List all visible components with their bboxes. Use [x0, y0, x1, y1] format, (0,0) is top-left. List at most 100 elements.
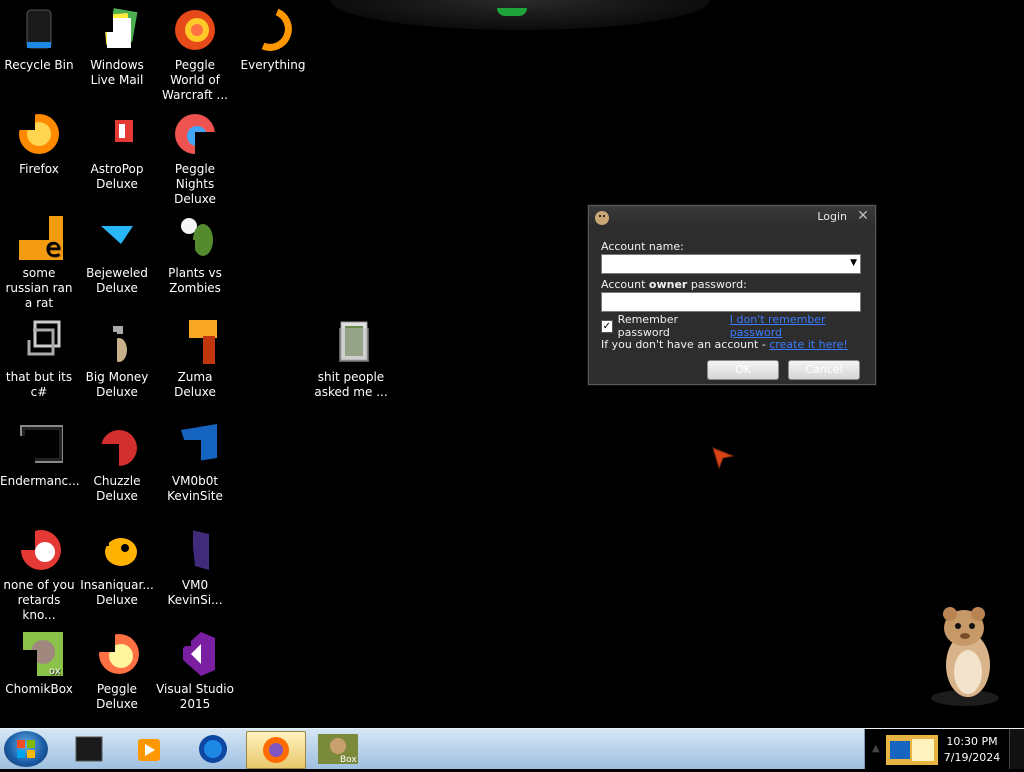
password-label-suffix: password:: [687, 278, 747, 291]
astropop-icon: [93, 110, 141, 158]
remember-password-checkbox[interactable]: ✓: [601, 319, 613, 333]
taskbar-app-terminal[interactable]: [60, 731, 118, 767]
icon-label: AstroPop Deluxe: [90, 162, 144, 191]
app-icon: e: [15, 214, 63, 263]
start-button[interactable]: [4, 731, 48, 767]
top-gadget-led: [497, 8, 527, 16]
desktop-icon-vm0b0t-kevinsite[interactable]: VM0b0t KevinSite: [156, 422, 234, 504]
icon-label: ChomikBox: [5, 682, 73, 696]
remember-password-label: Remember password: [617, 313, 679, 339]
desktop-icon-that-but-csharp[interactable]: that but its c#: [0, 318, 78, 400]
big-money-icon: [93, 318, 141, 366]
icon-label: Peggle Deluxe: [96, 682, 138, 711]
desktop-icon-visual-studio[interactable]: Visual Studio 2015: [156, 630, 234, 712]
desktop-icon-big-money[interactable]: Big Money Deluxe: [78, 318, 156, 400]
app-icon: [15, 422, 64, 470]
login-dialog: Login ✕ Account name: ▼ Account owner pa…: [588, 205, 876, 385]
dialog-titlebar[interactable]: Login ✕: [589, 206, 875, 228]
icon-label: Plants vs Zombies: [168, 266, 222, 295]
password-label-prefix: Account: [601, 278, 649, 291]
taskbar-app-firefox[interactable]: [246, 731, 306, 769]
desktop-icon-everything[interactable]: Everything: [234, 6, 312, 73]
chomikbox-app-icon: [593, 208, 611, 226]
tray-expand-icon[interactable]: ▲: [872, 743, 880, 754]
clock-date: 7/19/2024: [943, 751, 1001, 764]
recycle-bin-icon: [15, 6, 63, 54]
desktop-icon-chomikbox[interactable]: ox ChomikBox: [0, 630, 78, 697]
icon-label: Big Money Deluxe: [85, 370, 149, 399]
firefox-icon: [15, 110, 63, 158]
icon-label: Bejeweled Deluxe: [86, 266, 148, 295]
dialog-title: Login: [817, 210, 847, 223]
desktop-icon-windows-live-mail[interactable]: Windows Live Mail: [78, 6, 156, 88]
icon-label: VM0b0t KevinSite: [167, 474, 223, 503]
app-icon: [171, 526, 219, 574]
icon-label: Peggle Nights Deluxe: [174, 162, 216, 206]
desktop-icon-plants-vs-zombies[interactable]: Plants vs Zombies: [156, 214, 234, 296]
icon-label: Peggle World of Warcraft ...: [162, 58, 228, 102]
taskbar-app-chomikbox[interactable]: Box: [308, 731, 366, 767]
desktop-icon-peggle-deluxe[interactable]: Peggle Deluxe: [78, 630, 156, 712]
icon-label: that but its c#: [5, 370, 73, 399]
svg-text:Box: Box: [340, 755, 357, 765]
app-icon: [15, 526, 63, 574]
taskbar: Box ▲ 10:30 PM 7/19/2024: [0, 728, 1024, 769]
taskbar-app-globe[interactable]: [184, 731, 242, 767]
icon-label: none of you retards kno...: [3, 578, 75, 622]
app-icon: [15, 318, 63, 366]
icon-label: shit people asked me ...: [314, 370, 388, 399]
desktop-icon-insaniquarium[interactable]: Insaniquar... Deluxe: [78, 526, 156, 608]
desktop-icon-astropop[interactable]: AstroPop Deluxe: [78, 110, 156, 192]
zuma-icon: [171, 318, 219, 366]
icon-label: Endermanc...: [0, 474, 80, 488]
desktop-icon-peggle-wow[interactable]: Peggle World of Warcraft ...: [156, 6, 234, 103]
everything-icon: [249, 6, 297, 54]
desktop-icon-vm0-kevinsi[interactable]: VM0 KevinSi...: [156, 526, 234, 608]
hamster-mascot-icon[interactable]: [920, 600, 1010, 714]
desktop-icon-folder-shit-people[interactable]: shit people asked me ...: [312, 318, 390, 400]
mouse-cursor-icon: [711, 446, 735, 474]
peggle-nights-icon: [171, 110, 219, 158]
desktop-icon-endermanch[interactable]: Endermanc...: [0, 422, 80, 489]
password-field[interactable]: [601, 292, 861, 312]
clock-time: 10:30 PM: [946, 735, 998, 748]
icon-label: some russian ran a rat: [5, 266, 73, 310]
close-icon[interactable]: ✕: [854, 208, 872, 224]
clock[interactable]: 10:30 PM 7/19/2024: [940, 734, 1004, 766]
desktop-icon-some-russian[interactable]: e some russian ran a rat: [0, 214, 78, 311]
icon-label: Everything: [240, 58, 306, 72]
plants-vs-zombies-icon: [171, 214, 219, 262]
account-name-combobox[interactable]: ▼: [601, 254, 861, 274]
taskbar-app-media-player[interactable]: [120, 731, 178, 767]
tray-app-icon[interactable]: [886, 735, 938, 765]
create-account-link[interactable]: create it here!: [769, 338, 847, 351]
desktop-icon-recycle-bin[interactable]: Recycle Bin: [0, 6, 78, 73]
desktop-icon-zuma[interactable]: Zuma Deluxe: [156, 318, 234, 400]
desktop-icon-chuzzle[interactable]: Chuzzle Deluxe: [78, 422, 156, 504]
app-icon: [171, 422, 219, 470]
desktop-icon-peggle-nights[interactable]: Peggle Nights Deluxe: [156, 110, 234, 207]
bejeweled-icon: [93, 214, 141, 262]
desktop-icon-bejeweled[interactable]: Bejeweled Deluxe: [78, 214, 156, 296]
cancel-button[interactable]: Cancel: [788, 360, 860, 380]
icon-label: Visual Studio 2015: [156, 682, 234, 711]
peggle-icon: [93, 630, 141, 678]
desktop-icon-none-of-you[interactable]: none of you retards kno...: [0, 526, 78, 623]
password-label: Account owner password:: [601, 278, 863, 291]
folder-icon: [327, 318, 375, 366]
icon-label: Chuzzle Deluxe: [93, 474, 141, 503]
visual-studio-icon: [171, 630, 219, 678]
no-account-text: If you don't have an account -: [601, 337, 770, 351]
forgot-password-link[interactable]: I don't remember password: [730, 313, 863, 339]
show-desktop-button[interactable]: [1009, 729, 1024, 769]
chevron-down-icon[interactable]: ▼: [850, 258, 857, 268]
ok-button[interactable]: OK: [707, 360, 779, 380]
icon-label: Windows Live Mail: [90, 58, 144, 87]
svg-text:e: e: [45, 233, 61, 262]
icon-label: Insaniquar... Deluxe: [80, 578, 154, 607]
desktop-icon-firefox[interactable]: Firefox: [0, 110, 78, 177]
windows-live-mail-icon: [93, 6, 141, 54]
password-label-bold: owner: [648, 278, 688, 291]
account-name-label: Account name:: [601, 240, 684, 253]
icon-label: VM0 KevinSi...: [167, 578, 223, 607]
